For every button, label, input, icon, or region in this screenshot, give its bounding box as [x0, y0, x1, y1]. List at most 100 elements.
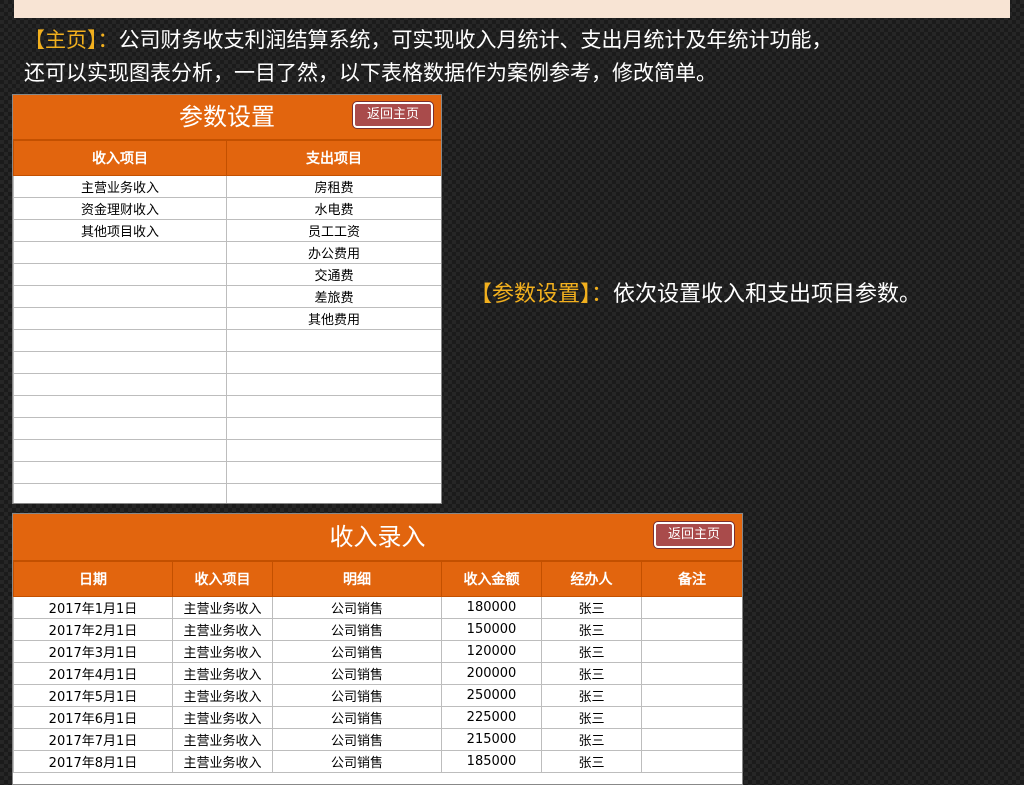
param-desc-tag: 【参数设置】： — [470, 282, 614, 307]
expense-item-cell[interactable]: 差旅费 — [226, 285, 441, 308]
income-item-cell[interactable]: 主营业务收入 — [172, 684, 273, 707]
income-item-cell[interactable] — [13, 417, 227, 440]
income-table-row: 2017年8月1日 主营业务收入 公司销售 185000 张三 — [13, 750, 742, 773]
income-item-cell[interactable]: 主营业务收入 — [172, 706, 273, 729]
expense-item-cell[interactable] — [226, 439, 441, 462]
expense-item-cell[interactable] — [226, 483, 441, 503]
date-cell[interactable]: 2017年7月1日 — [13, 728, 173, 751]
income-item-cell[interactable] — [13, 285, 227, 308]
intro-line-1: 【主页】：公司财务收支利润结算系统，可实现收入月统计、支出月统计及年统计功能， — [24, 24, 1014, 57]
handler-cell[interactable]: 张三 — [541, 596, 642, 619]
income-item-cell[interactable]: 资金理财收入 — [13, 197, 227, 220]
income-item-cell[interactable]: 主营业务收入 — [172, 618, 273, 641]
back-home-button[interactable]: 返回主页 — [353, 102, 433, 128]
income-item-cell[interactable] — [13, 483, 227, 503]
amount-cell[interactable]: 215000 — [441, 728, 542, 751]
income-table: 日期 收入项目 明细 收入金额 经办人 备注 2017年1月1日 主营业务收入 公司销售 180… — [13, 561, 742, 773]
param-table-row — [13, 439, 441, 462]
remark-cell[interactable] — [641, 728, 742, 751]
detail-cell[interactable]: 公司销售 — [272, 662, 442, 685]
income-item-cell[interactable] — [13, 395, 227, 418]
back-home-button[interactable]: 返回主页 — [654, 522, 734, 548]
amount-cell[interactable]: 225000 — [441, 706, 542, 729]
income-item-cell[interactable]: 主营业务收入 — [172, 596, 273, 619]
income-item-cell[interactable] — [13, 373, 227, 396]
expense-item-cell[interactable] — [226, 417, 441, 440]
col-header-handler: 经办人 — [541, 561, 642, 597]
detail-cell[interactable]: 公司销售 — [272, 706, 442, 729]
detail-cell[interactable]: 公司销售 — [272, 618, 442, 641]
param-table-row — [13, 483, 441, 503]
income-item-cell[interactable]: 其他项目收入 — [13, 219, 227, 242]
amount-cell[interactable]: 185000 — [441, 750, 542, 773]
remark-cell[interactable] — [641, 684, 742, 707]
expense-item-cell[interactable] — [226, 329, 441, 352]
handler-cell[interactable]: 张三 — [541, 728, 642, 751]
top-banner-strip — [14, 0, 1010, 18]
date-cell[interactable]: 2017年3月1日 — [13, 640, 173, 663]
amount-cell[interactable]: 120000 — [441, 640, 542, 663]
income-item-cell[interactable] — [13, 329, 227, 352]
handler-cell[interactable]: 张三 — [541, 662, 642, 685]
income-table-row: 2017年2月1日 主营业务收入 公司销售 150000 张三 — [13, 618, 742, 641]
param-table-row: 差旅费 — [13, 285, 441, 308]
expense-item-cell[interactable] — [226, 461, 441, 484]
detail-cell[interactable]: 公司销售 — [272, 596, 442, 619]
handler-cell[interactable]: 张三 — [541, 706, 642, 729]
remark-cell[interactable] — [641, 618, 742, 641]
income-item-cell[interactable] — [13, 307, 227, 330]
handler-cell[interactable]: 张三 — [541, 750, 642, 773]
date-cell[interactable]: 2017年4月1日 — [13, 662, 173, 685]
income-item-cell[interactable] — [13, 263, 227, 286]
handler-cell[interactable]: 张三 — [541, 684, 642, 707]
amount-cell[interactable]: 200000 — [441, 662, 542, 685]
expense-item-cell[interactable]: 员工工资 — [226, 219, 441, 242]
income-table-row: 2017年1月1日 主营业务收入 公司销售 180000 张三 — [13, 596, 742, 619]
col-header-remark: 备注 — [641, 561, 742, 597]
expense-item-cell[interactable]: 房租费 — [226, 175, 441, 198]
income-item-cell[interactable] — [13, 241, 227, 264]
date-cell[interactable]: 2017年1月1日 — [13, 596, 173, 619]
param-table-row — [13, 461, 441, 484]
income-item-cell[interactable]: 主营业务收入 — [172, 662, 273, 685]
income-item-cell[interactable]: 主营业务收入 — [172, 728, 273, 751]
income-item-cell[interactable]: 主营业务收入 — [13, 175, 227, 198]
param-table-row: 办公费用 — [13, 241, 441, 264]
income-panel-title: 收入录入 — [329, 523, 426, 551]
amount-cell[interactable]: 150000 — [441, 618, 542, 641]
detail-cell[interactable]: 公司销售 — [272, 640, 442, 663]
income-item-cell[interactable] — [13, 351, 227, 374]
expense-item-cell[interactable] — [226, 395, 441, 418]
handler-cell[interactable]: 张三 — [541, 640, 642, 663]
expense-item-cell[interactable] — [226, 351, 441, 374]
detail-cell[interactable]: 公司销售 — [272, 728, 442, 751]
income-item-cell[interactable]: 主营业务收入 — [172, 640, 273, 663]
remark-cell[interactable] — [641, 640, 742, 663]
amount-cell[interactable]: 250000 — [441, 684, 542, 707]
detail-cell[interactable]: 公司销售 — [272, 750, 442, 773]
date-cell[interactable]: 2017年2月1日 — [13, 618, 173, 641]
income-table-header-row: 日期 收入项目 明细 收入金额 经办人 备注 — [13, 561, 742, 597]
remark-cell[interactable] — [641, 750, 742, 773]
param-description: 【参数设置】：依次设置收入和支出项目参数。 — [470, 276, 921, 308]
date-cell[interactable]: 2017年8月1日 — [13, 750, 173, 773]
income-item-cell[interactable]: 主营业务收入 — [172, 750, 273, 773]
expense-item-cell[interactable]: 办公费用 — [226, 241, 441, 264]
remark-cell[interactable] — [641, 596, 742, 619]
amount-cell[interactable]: 180000 — [441, 596, 542, 619]
expense-item-cell[interactable]: 其他费用 — [226, 307, 441, 330]
date-cell[interactable]: 2017年6月1日 — [13, 706, 173, 729]
remark-cell[interactable] — [641, 662, 742, 685]
handler-cell[interactable]: 张三 — [541, 618, 642, 641]
expense-item-cell[interactable]: 交通费 — [226, 263, 441, 286]
expense-item-cell[interactable] — [226, 373, 441, 396]
income-item-cell[interactable] — [13, 439, 227, 462]
income-item-cell[interactable] — [13, 461, 227, 484]
col-header-detail: 明细 — [272, 561, 442, 597]
remark-cell[interactable] — [641, 706, 742, 729]
expense-item-cell[interactable]: 水电费 — [226, 197, 441, 220]
date-cell[interactable]: 2017年5月1日 — [13, 684, 173, 707]
detail-cell[interactable]: 公司销售 — [272, 684, 442, 707]
income-table-row: 2017年5月1日 主营业务收入 公司销售 250000 张三 — [13, 684, 742, 707]
col-header-amount: 收入金额 — [441, 561, 542, 597]
